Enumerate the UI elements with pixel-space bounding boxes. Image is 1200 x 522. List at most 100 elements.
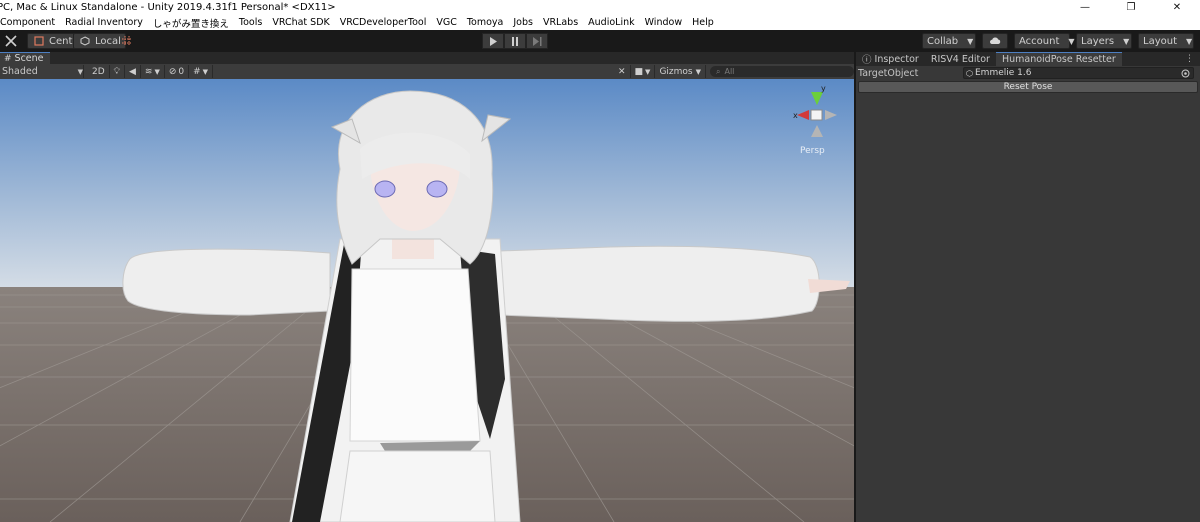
eye-slash-icon: ⊘ [168,66,177,77]
pivot-local-button[interactable]: Local [73,33,126,49]
chevron-down-icon: ▼ [1068,36,1075,46]
menu-bar: Component Radial Inventory しゃがみ置き換え Tool… [0,15,1200,30]
target-object-value: Emmelie 1.6 [974,68,1032,78]
chevron-down-icon: ▼ [202,67,209,76]
tab-scene-label: Scene [14,53,44,64]
account-dropdown[interactable]: Account ▼ [1014,33,1075,49]
tab-inspector-label: Inspector [874,53,919,65]
scene-render: x y Persp [0,79,854,522]
chevron-down-icon: ▼ [1186,36,1193,46]
scene-search-placeholder: All [724,67,735,76]
tab-scene[interactable]: # Scene [0,52,50,64]
local-space-icon [78,34,92,48]
maximize-button[interactable]: ❐ [1108,0,1154,15]
chevron-down-icon: ▼ [1123,36,1130,46]
window-title: PC, Mac & Linux Standalone - Unity 2019.… [0,2,336,13]
shading-mode-label: Shaded [2,66,38,77]
target-object-row: TargetObject ⬡ Emmelie 1.6 [856,66,1200,80]
speaker-icon: ◀︎ [128,66,136,77]
effects-dropdown[interactable]: ≋ ▼ [141,65,165,78]
pivot-icon [32,34,46,48]
window-title-bar: PC, Mac & Linux Standalone - Unity 2019.… [0,0,1200,15]
scene-tab-bar: # Scene [0,52,854,64]
menu-radial-inventory[interactable]: Radial Inventory [60,17,148,28]
tools-icon[interactable] [4,34,18,48]
menu-crouch-replace[interactable]: しゃがみ置き換え [148,16,234,30]
grid-dropdown[interactable]: # ▼ [189,65,214,78]
tab-humanoidpose-label: HumanoidPose Resetter [1001,54,1116,65]
chevron-down-icon: ▼ [77,67,83,76]
scene-tools-toggle[interactable]: ✕ [614,65,631,78]
tab-inspector[interactable]: ⓘ Inspector [856,52,925,67]
pivot-local-label: Local [95,35,121,47]
window-controls: — ❐ ✕ [1062,0,1200,15]
main-toolbar: Center Local Collab ▼ Account ▼ Layers ▼… [0,30,1200,52]
right-panel-tab-bar: ⓘ Inspector RISV4 Editor HumanoidPose Re… [856,52,1200,66]
grid-snap-icon[interactable] [120,34,134,48]
reset-pose-button[interactable]: Reset Pose [858,81,1198,93]
chevron-down-icon: ▼ [645,67,651,76]
target-object-field[interactable]: ⬡ Emmelie 1.6 [963,67,1194,79]
layout-dropdown[interactable]: Layout ▼ [1138,33,1194,49]
menu-component[interactable]: Component [0,17,60,28]
menu-audiolink[interactable]: AudioLink [583,17,639,28]
prefab-icon: ⬡ [966,68,973,78]
tab-humanoidpose-resetter[interactable]: HumanoidPose Resetter [995,52,1122,66]
minimize-button[interactable]: — [1062,0,1108,15]
gizmos-dropdown[interactable]: Gizmos ▼ [655,65,706,78]
cloud-icon [989,37,1001,44]
pause-icon [512,36,518,46]
object-picker-icon[interactable] [1180,68,1190,78]
persp-label: Persp [800,146,825,156]
gizmos-label: Gizmos [659,66,693,77]
camera-icon: ■ [634,66,644,77]
account-label: Account [1019,35,1060,47]
pause-button[interactable] [504,33,526,49]
play-button[interactable] [482,33,504,49]
play-icon [490,36,497,46]
layers-label: Layers [1081,35,1115,47]
step-icon [532,36,541,46]
layout-label: Layout [1143,35,1177,47]
toolbar-right-group: Collab ▼ Account ▼ Layers ▼ Layout ▼ [922,33,1194,49]
lighting-toggle[interactable]: 💡︎ [110,65,125,78]
menu-tomoya[interactable]: Tomoya [462,17,509,28]
audio-toggle[interactable]: ◀︎ [125,65,141,78]
chevron-down-icon: ▼ [967,36,974,46]
menu-jobs[interactable]: Jobs [508,17,538,28]
menu-help[interactable]: Help [687,17,719,28]
step-button[interactable] [526,33,548,49]
search-icon: ⌕ [716,66,721,76]
toggle-2d-label: 2D [92,66,105,77]
camera-dropdown[interactable]: ■ ▼ [631,65,656,78]
chevron-down-icon: ▼ [695,67,701,76]
tab-risv4-label: RISV4 Editor [930,53,990,65]
toggle-2d-button[interactable]: 2D [88,65,110,78]
cloud-button[interactable] [982,33,1008,49]
shading-mode-dropdown[interactable]: Shaded ▼ [0,65,84,78]
collab-button[interactable]: Collab ▼ [922,33,976,49]
tools-icon: ✕ [617,66,626,77]
hidden-count: 0 [178,66,185,77]
lightbulb-icon: 💡︎ [113,66,120,77]
humanoidpose-resetter-panel: TargetObject ⬡ Emmelie 1.6 Reset Pose [856,66,1200,522]
scene-viewport[interactable]: x y Persp [0,79,854,522]
hidden-objects-toggle[interactable]: ⊘ 0 [165,65,190,78]
play-controls [482,33,548,49]
collab-label: Collab [927,35,959,47]
menu-window[interactable]: Window [640,17,687,28]
menu-vrc-developer-tool[interactable]: VRCDeveloperTool [335,17,432,28]
target-object-label: TargetObject [858,67,919,79]
menu-vrlabs[interactable]: VRLabs [538,17,583,28]
tab-risv4-editor[interactable]: RISV4 Editor [925,52,996,66]
menu-tools[interactable]: Tools [234,17,267,28]
scene-search-input[interactable]: ⌕ All [710,66,854,77]
menu-vrchat-sdk[interactable]: VRChat SDK [267,17,334,28]
chevron-down-icon: ▼ [154,67,160,76]
layers-dropdown[interactable]: Layers ▼ [1076,33,1132,49]
gizmo-y-label: y [821,84,826,93]
close-button[interactable]: ✕ [1154,0,1200,15]
menu-vgc[interactable]: VGC [431,17,462,28]
info-icon: ⓘ [862,55,872,66]
panel-menu-icon[interactable]: ⋮ [1185,52,1194,66]
